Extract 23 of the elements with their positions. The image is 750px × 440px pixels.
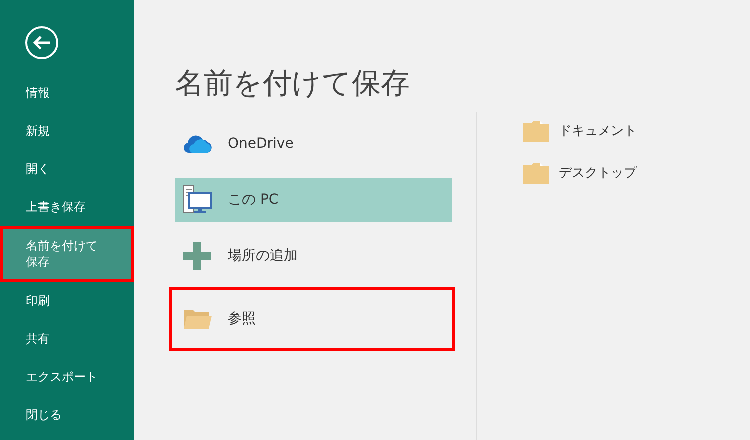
folder-icon bbox=[523, 162, 549, 184]
sidebar-item[interactable]: 開く bbox=[0, 150, 134, 188]
location-item[interactable]: この PC bbox=[175, 178, 452, 222]
location-item[interactable]: 参照 bbox=[172, 290, 452, 348]
plus-icon bbox=[183, 242, 211, 270]
cloud-icon bbox=[183, 134, 213, 154]
sidebar-item[interactable]: 名前を付けて保存 bbox=[0, 226, 134, 282]
folder-item[interactable]: ドキュメント bbox=[523, 120, 637, 142]
sidebar-item[interactable]: 印刷 bbox=[0, 282, 134, 320]
sidebar-item[interactable]: 閉じる bbox=[0, 396, 134, 434]
computer-icon bbox=[183, 185, 213, 215]
folder-icon bbox=[183, 308, 213, 330]
folder-item[interactable]: デスクトップ bbox=[523, 162, 637, 184]
location-item[interactable]: OneDrive bbox=[175, 122, 452, 166]
sidebar-item[interactable]: 上書き保存 bbox=[0, 188, 134, 226]
back-icon[interactable] bbox=[25, 26, 59, 60]
page-title: 名前を付けて保存 bbox=[175, 65, 411, 102]
sidebar-item[interactable]: 情報 bbox=[0, 74, 134, 112]
location-item[interactable]: 場所の追加 bbox=[175, 234, 452, 278]
sidebar-item[interactable]: 共有 bbox=[0, 320, 134, 358]
sidebar-item[interactable]: 新規 bbox=[0, 112, 134, 150]
sidebar-item[interactable]: エクスポート bbox=[0, 358, 134, 396]
folder-icon bbox=[523, 120, 549, 142]
